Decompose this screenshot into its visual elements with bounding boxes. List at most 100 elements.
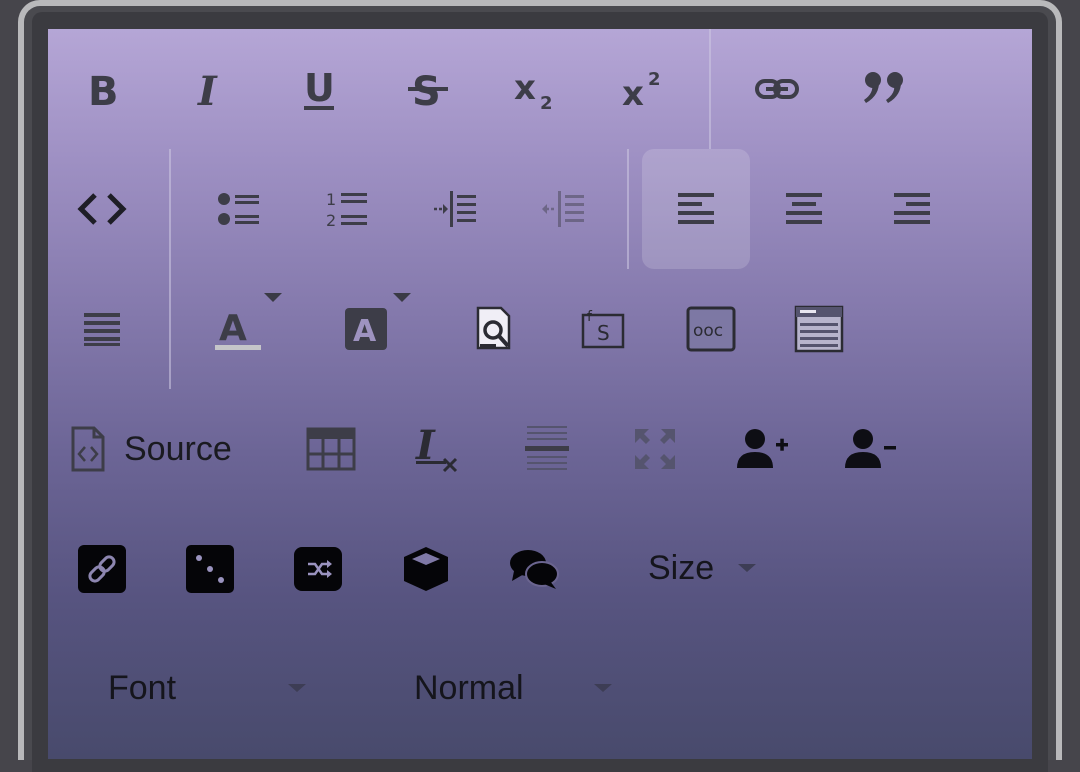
numbered-list-button[interactable]: 12 [295, 151, 399, 267]
text-color-icon: A [215, 308, 261, 350]
background-color-button[interactable]: A [314, 271, 418, 387]
outdent-button[interactable] [511, 151, 615, 267]
comments-button[interactable] [482, 511, 586, 627]
svg-text:2: 2 [648, 69, 661, 90]
templates-icon [794, 305, 844, 353]
blockquote-button[interactable] [833, 31, 937, 147]
blockquote-icon [864, 72, 903, 103]
format-dropdown-arrow [594, 684, 612, 692]
font-label: Font [108, 668, 177, 707]
indent-button[interactable] [403, 151, 507, 267]
numbered-list-icon: 12 [326, 190, 367, 229]
background-color-dropdown-arrow[interactable] [393, 293, 411, 302]
horizontal-rule-icon [525, 426, 569, 470]
table-icon [306, 427, 356, 471]
link-icon [755, 79, 799, 99]
source-label: Source [124, 429, 232, 468]
remove-format-icon: I [415, 425, 458, 473]
source-icon [71, 426, 105, 472]
cube-icon [404, 547, 448, 591]
align-center-button[interactable] [752, 151, 856, 267]
align-right-button[interactable] [860, 151, 964, 267]
align-right-icon [894, 193, 930, 224]
dice-icon [186, 545, 234, 593]
align-center-icon [786, 193, 822, 224]
source-button[interactable]: Source [68, 391, 258, 507]
remove-user-button[interactable] [819, 391, 923, 507]
code-button[interactable] [50, 151, 154, 267]
svg-text:B: B [88, 69, 119, 111]
align-left-button[interactable] [642, 149, 750, 269]
superscript-button[interactable]: x2 [592, 31, 696, 147]
text-color-dropdown-arrow[interactable] [264, 293, 282, 302]
svg-text:x: x [622, 74, 644, 111]
horizontal-rule-button[interactable] [495, 391, 599, 507]
text-color-button[interactable]: A [186, 271, 290, 387]
subscript-button[interactable]: x2 [484, 31, 588, 147]
outdent-icon [542, 191, 584, 227]
editor-toolbar: B I U S x2 x2 12 A A f S ooc Source I Si… [48, 29, 1032, 759]
font-dropdown[interactable]: Font [108, 643, 328, 733]
italic-button[interactable]: I [160, 31, 264, 147]
superscript-icon: x2 [622, 69, 661, 111]
justify-button[interactable] [50, 271, 154, 387]
strikethrough-button[interactable]: S [376, 31, 480, 147]
toolbar-separator [627, 149, 629, 269]
anchor-link-button[interactable] [50, 511, 154, 627]
maximize-button[interactable] [603, 391, 707, 507]
svg-text:x: x [514, 68, 536, 108]
size-dropdown[interactable]: Size [648, 523, 798, 613]
placeholder-icon: ooc [686, 306, 736, 352]
table-button[interactable] [279, 391, 383, 507]
link-button[interactable] [725, 31, 829, 147]
align-left-icon [678, 193, 714, 224]
subscript-icon: x2 [514, 68, 553, 111]
comments-icon [510, 550, 559, 589]
background-color-icon: A [345, 308, 387, 350]
bulleted-list-button[interactable] [187, 151, 291, 267]
italic-icon: I [197, 68, 218, 111]
dice-button[interactable] [158, 511, 262, 627]
size-label: Size [648, 548, 715, 587]
bulleted-list-icon [218, 193, 259, 225]
svg-text:I: I [197, 68, 218, 111]
underline-button[interactable]: U [268, 31, 372, 147]
toolbar-separator [169, 149, 171, 389]
indent-icon [434, 191, 476, 227]
svg-text:U: U [304, 66, 335, 110]
maximize-icon [635, 429, 675, 469]
remove-format-button[interactable]: I [387, 391, 491, 507]
underline-icon: U [304, 66, 335, 110]
find-button[interactable] [443, 271, 547, 387]
anchor-link-icon [78, 545, 126, 593]
svg-text:S: S [597, 321, 610, 345]
remove-user-icon [845, 429, 896, 468]
toolbar-separator [709, 29, 711, 149]
shuffle-icon [294, 547, 342, 591]
size-dropdown-arrow [738, 564, 756, 572]
svg-text:A: A [353, 314, 377, 349]
add-user-button[interactable] [711, 391, 815, 507]
format-label: Normal [414, 668, 524, 707]
bold-icon: B [88, 69, 119, 111]
svg-text:2: 2 [326, 211, 336, 229]
special-character-icon: fS [581, 309, 625, 349]
font-dropdown-arrow [288, 684, 306, 692]
svg-text:2: 2 [540, 93, 553, 111]
code-icon [77, 193, 127, 225]
templates-button[interactable] [767, 271, 871, 387]
find-icon [476, 306, 511, 350]
cube-button[interactable] [374, 511, 478, 627]
svg-text:1: 1 [326, 190, 336, 209]
justify-icon [84, 313, 120, 346]
svg-text:f: f [587, 309, 593, 325]
add-user-icon [737, 429, 788, 468]
svg-text:A: A [219, 308, 247, 349]
strikethrough-icon: S [408, 69, 448, 111]
svg-text:ooc: ooc [693, 321, 723, 341]
special-character-button[interactable]: fS [551, 271, 655, 387]
shuffle-button[interactable] [266, 511, 370, 627]
placeholder-button[interactable]: ooc [659, 271, 763, 387]
bold-button[interactable]: B [52, 31, 156, 147]
format-dropdown[interactable]: Normal [414, 643, 634, 733]
